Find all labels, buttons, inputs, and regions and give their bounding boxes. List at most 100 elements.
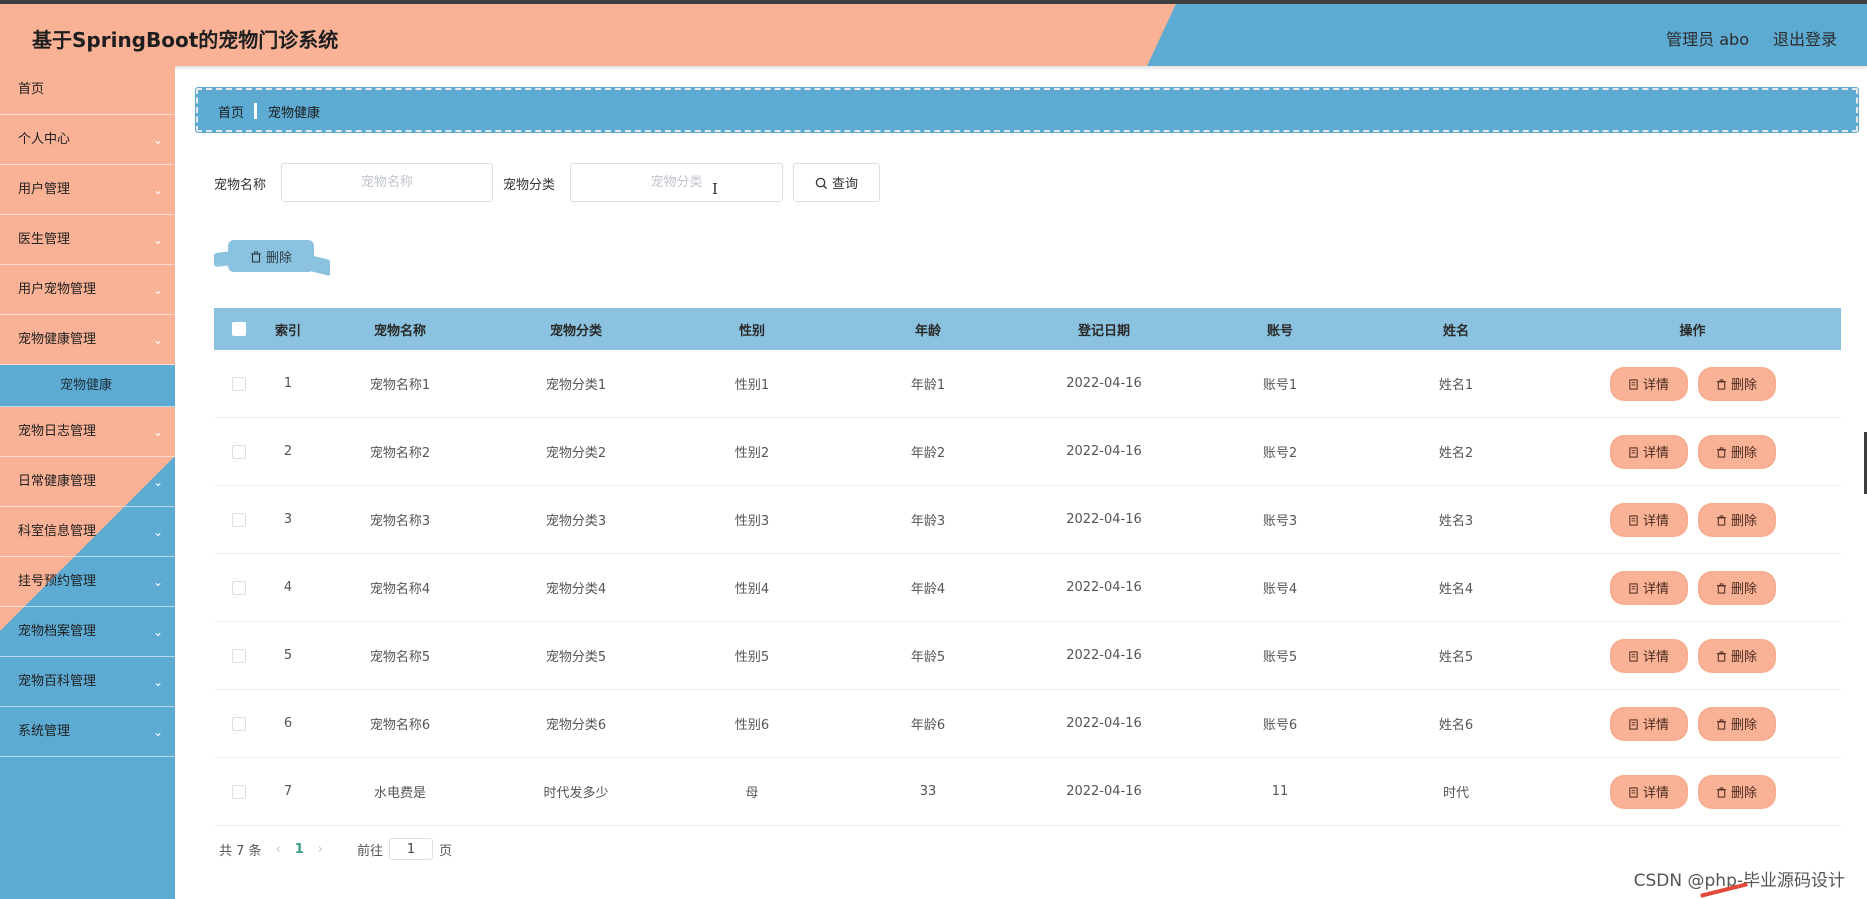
- sidebar-item-label: 宠物健康: [60, 378, 113, 393]
- next-page-icon[interactable]: ›: [318, 842, 323, 857]
- delete-button-label: 删除: [1730, 446, 1757, 461]
- pet-name-cell: 宠物名称4: [369, 582, 431, 597]
- register-date-cell: 2022-04-16: [1066, 512, 1142, 527]
- table-header: 索引 宠物名称 宠物分类 性别 年龄 登记日期 账号 姓名 操作: [214, 308, 1841, 350]
- sidebar-item-system-management[interactable]: 系统管理 ⌄: [0, 707, 175, 757]
- table-row: 2 宠物名称2 宠物分类2 性别2 年龄2 2022-04-16 账号2 姓名2 详情 删除: [214, 418, 1841, 486]
- sidebar-item-user-management[interactable]: 用户管理 ⌄: [0, 165, 175, 215]
- delete-button[interactable]: 删除: [1697, 570, 1776, 605]
- prev-page-icon[interactable]: ‹: [276, 842, 281, 857]
- sidebar-item-appointment-management[interactable]: 挂号预约管理 ⌄: [0, 557, 175, 607]
- row-checkbox[interactable]: [232, 444, 246, 459]
- app-header: 基于SpringBoot的宠物门诊系统 管理员 abo 退出登录: [0, 0, 1867, 66]
- register-date-cell: 2022-04-16: [1066, 784, 1142, 799]
- detail-button[interactable]: 详情: [1609, 774, 1688, 809]
- row-select-cell: [214, 580, 264, 595]
- pet-name-cell: 水电费是: [373, 786, 426, 801]
- row-checkbox[interactable]: [232, 716, 246, 731]
- owner-name-cell: 姓名4: [1438, 582, 1474, 597]
- chevron-down-icon: ⌄: [152, 283, 163, 297]
- owner-name-cell: 时代: [1442, 786, 1469, 801]
- logout-link[interactable]: 退出登录: [1773, 26, 1837, 50]
- goto-page-input[interactable]: [389, 838, 434, 860]
- breadcrumb-home[interactable]: 首页: [218, 102, 244, 121]
- gender-cell: 性别1: [734, 378, 770, 393]
- sidebar-item-pet-health-management[interactable]: 宠物健康管理 ⌄: [0, 315, 175, 365]
- owner-name-cell: 姓名1: [1438, 378, 1474, 393]
- detail-button[interactable]: 详情: [1609, 706, 1688, 741]
- detail-button-label: 详情: [1642, 718, 1669, 733]
- sidebar-item-doctor-management[interactable]: 医生管理 ⌄: [0, 215, 175, 265]
- select-all-checkbox[interactable]: [232, 322, 246, 336]
- delete-button[interactable]: 删除: [1697, 502, 1776, 537]
- sidebar-subitem-pet-health[interactable]: 宠物健康: [0, 365, 175, 407]
- detail-button-label: 详情: [1642, 650, 1669, 665]
- table-row: 7 水电费是 时代发多少 母 33 2022-04-16 11 时代 详情 删除: [214, 758, 1841, 826]
- breadcrumb: 首页 宠物健康: [195, 87, 1859, 133]
- index-cell: 2: [283, 444, 293, 459]
- register-date-cell: 2022-04-16: [1066, 580, 1142, 595]
- account-cell: 账号4: [1262, 582, 1298, 597]
- delete-button-label: 删除: [1730, 650, 1757, 665]
- account-cell: 11: [1271, 784, 1289, 799]
- delete-button[interactable]: 删除: [1697, 638, 1776, 673]
- text-cursor-icon: I: [712, 180, 718, 198]
- sidebar-item-personal-center[interactable]: 个人中心 ⌄: [0, 115, 175, 165]
- sidebar: 首页 个人中心 ⌄ 用户管理 ⌄ 医生管理 ⌄ 用户宠物管理 ⌄ 宠物健康管理 ⌄ 宠物健…: [0, 66, 175, 899]
- pagination: 共 7 条 ‹ 1 › 前往 页: [219, 837, 452, 861]
- goto-suffix: 页: [439, 843, 453, 859]
- sidebar-item-daily-health-management[interactable]: 日常健康管理 ⌄: [0, 457, 175, 507]
- owner-name-cell: 姓名2: [1438, 446, 1474, 461]
- delete-button[interactable]: 删除: [1697, 434, 1776, 469]
- sidebar-item-user-pet-management[interactable]: 用户宠物管理 ⌄: [0, 265, 175, 315]
- column-header: 性别: [738, 323, 765, 339]
- search-button[interactable]: 查询: [793, 163, 880, 202]
- detail-button[interactable]: 详情: [1609, 638, 1688, 673]
- sidebar-item-pet-archive-management[interactable]: 宠物档案管理 ⌄: [0, 607, 175, 657]
- actions-cell: 详情 删除: [1544, 638, 1841, 673]
- table-row: 1 宠物名称1 宠物分类1 性别1 年龄1 2022-04-16 账号1 姓名1 详情 删除: [214, 350, 1841, 418]
- index-cell: 7: [283, 784, 293, 799]
- app-title: 基于SpringBoot的宠物门诊系统: [32, 28, 339, 52]
- pet-name-input[interactable]: [281, 163, 493, 202]
- row-checkbox[interactable]: [232, 580, 246, 595]
- detail-button-label: 详情: [1642, 786, 1669, 801]
- sidebar-item-pet-encyclopedia-management[interactable]: 宠物百科管理 ⌄: [0, 657, 175, 707]
- gender-cell: 性别2: [734, 446, 770, 461]
- chevron-down-icon: ⌄: [152, 333, 163, 347]
- detail-button[interactable]: 详情: [1609, 434, 1688, 469]
- batch-delete-label: 删除: [265, 250, 292, 266]
- age-cell: 年龄2: [910, 446, 946, 461]
- pet-category-label: 宠物分类: [503, 178, 556, 193]
- column-header: 宠物分类: [549, 323, 602, 339]
- chevron-down-icon: ⌄: [152, 525, 163, 539]
- row-checkbox[interactable]: [232, 376, 246, 391]
- detail-button[interactable]: 详情: [1609, 570, 1688, 605]
- gender-cell: 母: [745, 786, 759, 801]
- sidebar-item-label: 宠物健康管理: [18, 332, 97, 347]
- sidebar-item-label: 宠物百科管理: [18, 674, 97, 689]
- detail-button[interactable]: 详情: [1609, 502, 1688, 537]
- index-cell: 4: [283, 580, 293, 595]
- delete-button[interactable]: 删除: [1697, 366, 1776, 401]
- detail-button[interactable]: 详情: [1609, 366, 1688, 401]
- row-checkbox[interactable]: [232, 648, 246, 663]
- index-cell: 3: [283, 512, 293, 527]
- document-icon: [1629, 515, 1638, 526]
- pet-category-input[interactable]: [570, 163, 783, 202]
- document-icon: [1629, 787, 1638, 798]
- delete-button[interactable]: 删除: [1697, 706, 1776, 741]
- pet-name-label: 宠物名称: [214, 178, 267, 193]
- delete-button[interactable]: 删除: [1697, 774, 1776, 809]
- search-button-label: 查询: [831, 177, 858, 192]
- row-checkbox[interactable]: [232, 784, 246, 799]
- row-checkbox[interactable]: [232, 512, 246, 527]
- total-count: 共 7 条: [219, 843, 262, 859]
- pet-category-cell: 时代发多少: [543, 786, 609, 801]
- page-number-current[interactable]: 1: [295, 842, 304, 857]
- sidebar-item-pet-log-management[interactable]: 宠物日志管理 ⌄: [0, 407, 175, 457]
- batch-delete-button[interactable]: 删除: [228, 240, 314, 272]
- breadcrumb-separator: [254, 103, 257, 119]
- sidebar-item-department-management[interactable]: 科室信息管理 ⌄: [0, 507, 175, 557]
- sidebar-item-home[interactable]: 首页: [0, 66, 175, 115]
